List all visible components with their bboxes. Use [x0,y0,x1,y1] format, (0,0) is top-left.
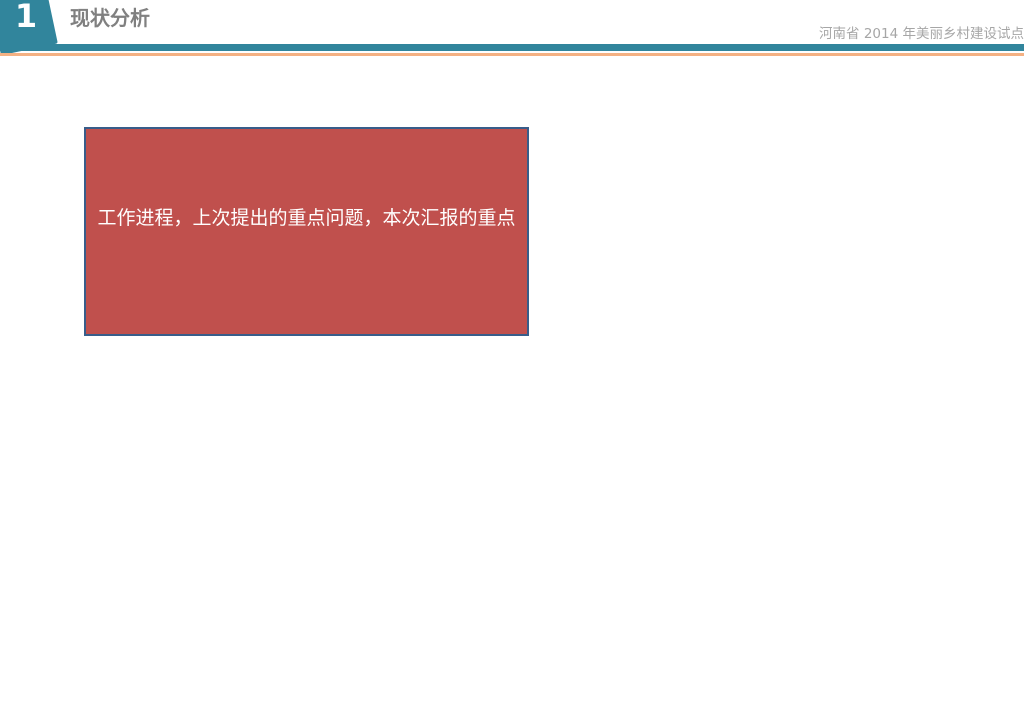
header-rule-main [0,44,1024,51]
note-text-box: 工作进程，上次提出的重点问题，本次汇报的重点 [84,127,529,336]
project-title: 河南省 2014 年美丽乡村建设试点 [819,26,1024,42]
note-text: 工作进程，上次提出的重点问题，本次汇报的重点 [97,206,516,229]
section-number: 1 [14,0,38,35]
section-title: 现状分析 [70,6,150,30]
header-rule-accent [0,53,1024,56]
slide-page: 1 现状分析 河南省 2014 年美丽乡村建设试点 工作进程，上次提出的重点问题… [0,0,1024,724]
